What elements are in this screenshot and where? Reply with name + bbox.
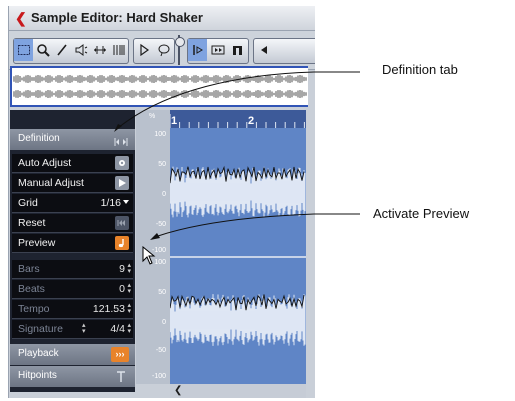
callout-activate-preview: Activate Preview (373, 206, 470, 221)
callout-definition-tab: Definition tab (382, 62, 458, 77)
callout-lines (114, 71, 360, 240)
